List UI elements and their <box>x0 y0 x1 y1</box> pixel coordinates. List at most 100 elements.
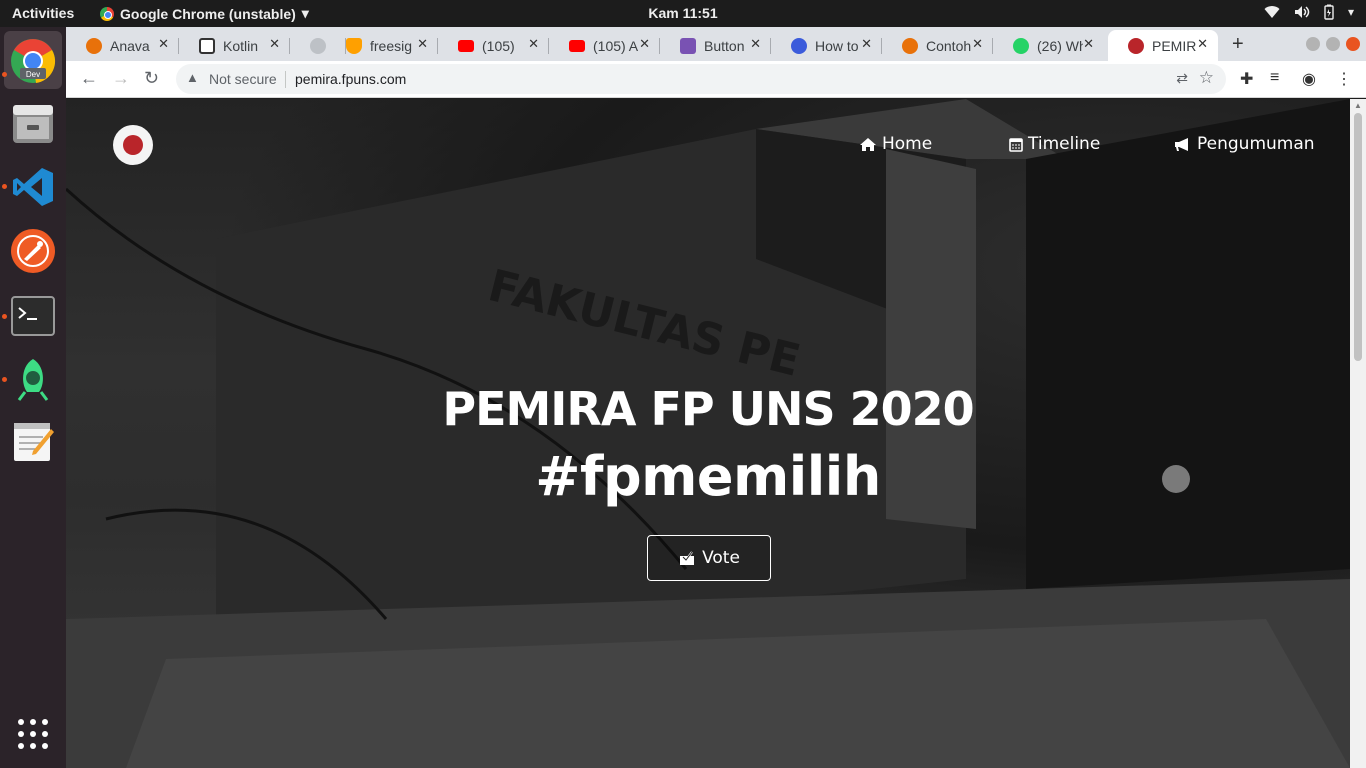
site-logo[interactable] <box>113 125 153 165</box>
close-icon[interactable]: ✕ <box>1197 36 1208 52</box>
nav-timeline[interactable]: Timeline <box>1009 134 1100 154</box>
android-studio-icon <box>17 359 49 401</box>
chrome-dev-icon: Dev <box>11 39 56 83</box>
chevron-down-icon: ▾ <box>301 5 309 21</box>
tab-favicon-icon <box>791 37 807 54</box>
files-launcher[interactable] <box>9 99 57 147</box>
show-apps-button[interactable] <box>9 710 57 758</box>
close-icon[interactable]: ✕ <box>269 36 280 52</box>
tab-label: Kotlin <box>223 37 259 54</box>
hero-section: FAKULTAS PE Home Timeline Pengumuman PEM… <box>66 99 1350 768</box>
scroll-up-icon[interactable]: ▲ <box>1354 101 1362 110</box>
tab[interactable]: (105) A ✕ <box>549 30 660 61</box>
tab[interactable]: Button ✕ <box>660 30 771 61</box>
tab-label: How to <box>815 37 859 54</box>
chrome-icon <box>100 6 114 21</box>
minimize-button[interactable] <box>1306 37 1320 51</box>
scrollbar-thumb[interactable] <box>1354 113 1362 361</box>
tab-favicon-icon <box>199 37 215 54</box>
tab[interactable]: (105) ✕ <box>438 30 549 61</box>
calendar-icon <box>1009 137 1023 152</box>
reload-button[interactable]: ↻ <box>144 68 159 89</box>
close-icon[interactable]: ✕ <box>861 36 872 52</box>
url-text[interactable]: pemira.fpuns.com <box>295 71 406 87</box>
app-menu[interactable]: Google Chrome (unstable) ▾ <box>100 5 309 22</box>
text-editor-launcher[interactable] <box>9 417 57 465</box>
security-status: Not secure <box>209 71 277 87</box>
vote-label: Vote <box>702 548 740 568</box>
close-icon[interactable]: ✕ <box>528 36 539 52</box>
tab-label: freesig <box>370 37 413 54</box>
nav-timeline-label: Timeline <box>1028 134 1101 154</box>
dock: Dev <box>0 27 66 768</box>
tab[interactable]: Kotlin ✕ <box>179 30 290 61</box>
vote-button[interactable]: Vote <box>647 535 771 581</box>
tab-favicon-icon <box>310 37 326 54</box>
vscode-icon <box>13 168 53 206</box>
tab[interactable]: How to ✕ <box>771 30 882 61</box>
tab[interactable]: Anava ✕ <box>66 30 179 61</box>
menu-icon[interactable]: ⋮ <box>1336 69 1352 89</box>
media-control-icon[interactable]: ≡ <box>1270 69 1279 87</box>
page-scrollbar[interactable]: ▲ <box>1350 99 1366 768</box>
tab-label: (105) A <box>593 37 639 54</box>
vscode-launcher[interactable] <box>9 163 57 211</box>
running-indicator <box>2 184 7 189</box>
tab-strip: Anava ✕ Kotlin ✕ freesig ✕ (105) ✕ (105)… <box>66 27 1366 61</box>
bootstrap-icon <box>680 37 696 54</box>
chrome-dev-launcher[interactable]: Dev <box>9 37 57 85</box>
close-icon[interactable]: ✕ <box>639 36 650 52</box>
terminal-icon <box>11 296 55 336</box>
tab-active[interactable]: PEMIR ✕ <box>1108 30 1218 61</box>
vote-box-icon <box>680 551 695 565</box>
close-icon[interactable]: ✕ <box>417 36 428 52</box>
nav-pengumuman-label: Pengumuman <box>1197 134 1315 154</box>
back-button[interactable]: ← <box>80 68 98 89</box>
address-bar[interactable]: ▲ Not secure pemira.fpuns.com ⇄ ☆ <box>176 64 1226 94</box>
tab[interactable]: freesig ✕ <box>326 30 438 61</box>
profile-icon[interactable]: ◉ <box>1302 69 1316 89</box>
system-tray[interactable]: ▾ <box>1264 4 1354 20</box>
running-indicator <box>2 314 7 319</box>
extensions-icon[interactable]: ✚ <box>1240 69 1253 89</box>
tab[interactable]: Contoh ✕ <box>882 30 993 61</box>
files-icon <box>13 105 53 143</box>
text-editor-icon <box>14 423 54 461</box>
activities-button[interactable]: Activities <box>12 5 74 21</box>
tab-label: Button <box>704 37 745 54</box>
close-icon[interactable]: ✕ <box>972 36 983 52</box>
translate-icon[interactable]: ⇄ <box>1176 70 1188 87</box>
maximize-button[interactable] <box>1326 37 1340 51</box>
pemira-icon <box>1128 37 1144 54</box>
system-top-bar: Activities Google Chrome (unstable) ▾ Ka… <box>0 0 1366 27</box>
nav-pengumuman[interactable]: Pengumuman <box>1174 134 1315 154</box>
dev-badge: Dev <box>26 70 40 79</box>
home-icon <box>860 137 876 151</box>
tab-label: (26) Wh <box>1037 37 1083 54</box>
tab-label: Contoh <box>926 37 972 54</box>
battery-icon <box>1324 4 1334 20</box>
postman-launcher[interactable] <box>9 227 57 275</box>
bookmark-star-icon[interactable]: ☆ <box>1199 68 1214 88</box>
grid-icon <box>18 719 48 749</box>
close-window-button[interactable] <box>1346 37 1360 51</box>
tab-label: (105) <box>482 37 515 54</box>
forward-button[interactable]: → <box>112 68 130 89</box>
warning-icon[interactable]: ▲ <box>186 70 199 85</box>
youtube-icon <box>569 39 585 52</box>
terminal-launcher[interactable] <box>9 292 57 340</box>
close-icon[interactable]: ✕ <box>1083 36 1094 52</box>
tab-favicon-icon <box>86 37 102 54</box>
clock[interactable]: Kam 11:51 <box>648 5 717 21</box>
close-icon[interactable]: ✕ <box>158 36 169 52</box>
close-icon[interactable]: ✕ <box>750 36 761 52</box>
whatsapp-icon <box>1013 37 1029 54</box>
chevron-down-icon: ▾ <box>1347 5 1354 19</box>
tab[interactable]: (26) Wh ✕ <box>993 30 1104 61</box>
wifi-icon <box>1264 6 1280 19</box>
nav-home[interactable]: Home <box>859 134 932 154</box>
hero-hashtag: #fpmemilih <box>535 445 881 508</box>
new-tab-button[interactable]: + <box>1232 33 1244 56</box>
android-studio-launcher[interactable] <box>9 355 57 403</box>
running-indicator <box>2 377 7 382</box>
